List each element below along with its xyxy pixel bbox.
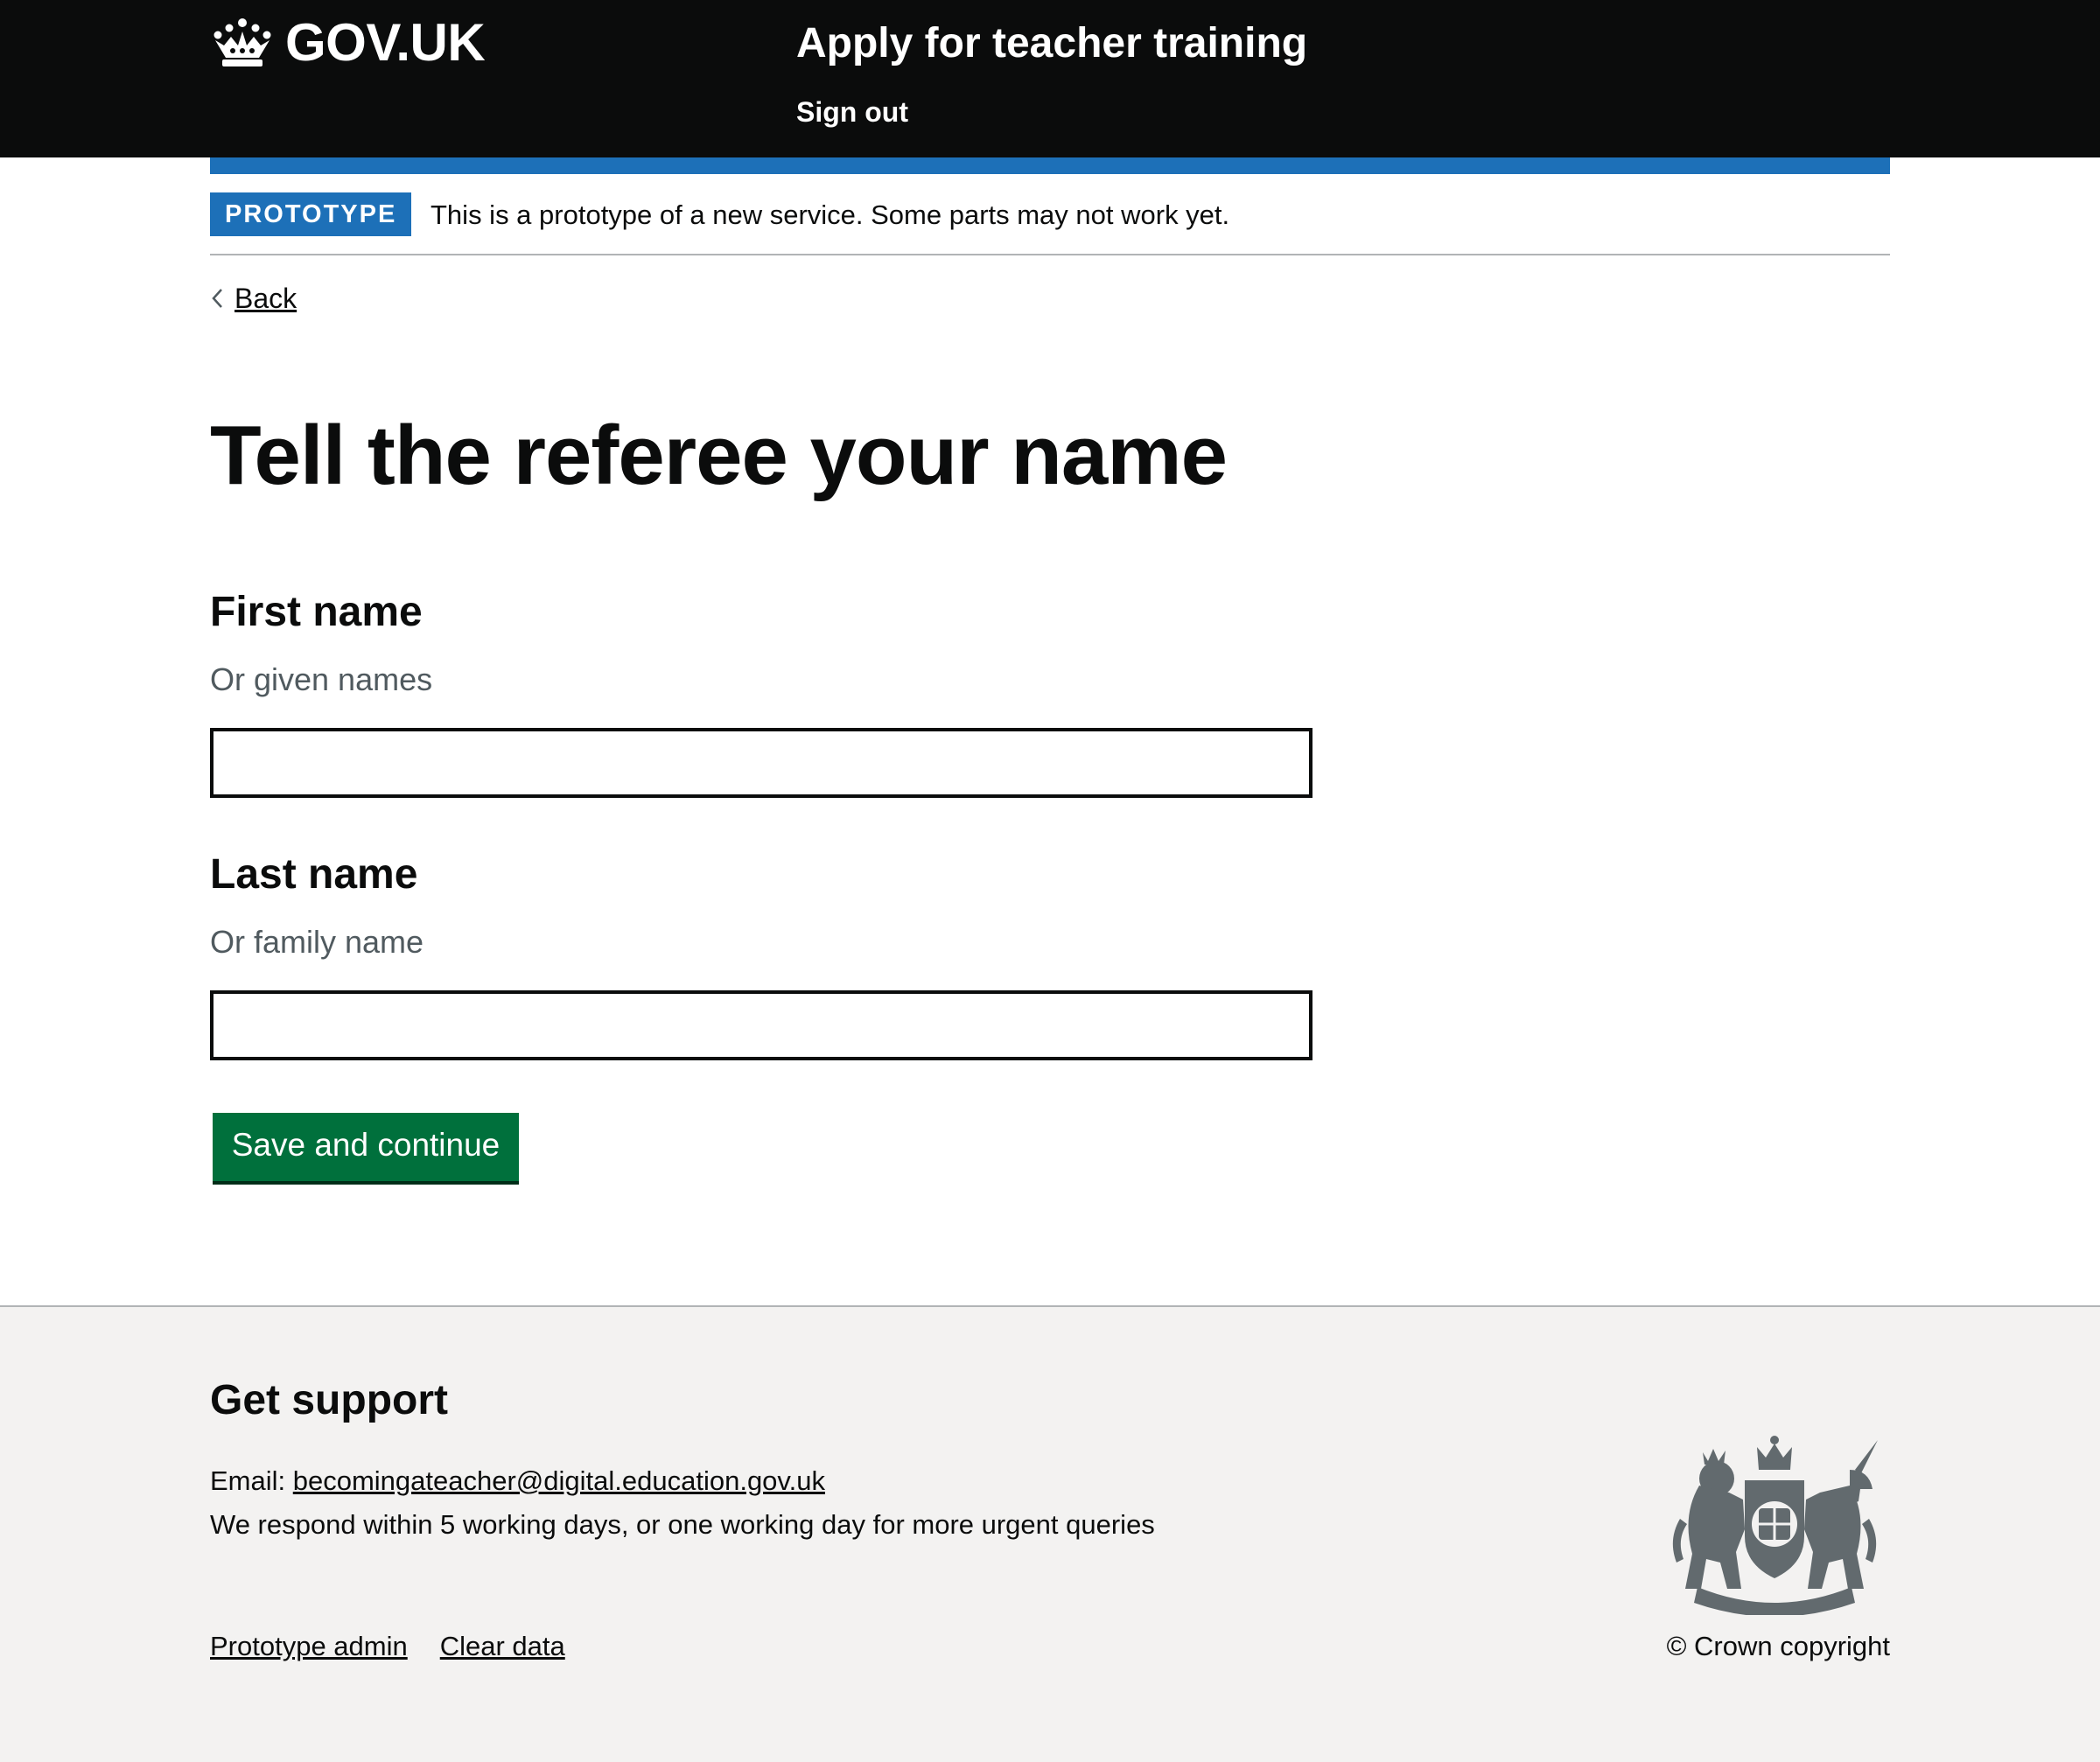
support-email-line: Email: becomingateacher@digital.educatio… [210, 1464, 825, 1499]
crown-icon [214, 18, 271, 66]
last-name-input[interactable] [210, 990, 1312, 1060]
email-prefix: Email: [210, 1465, 293, 1496]
support-email-link[interactable]: becomingateacher@digital.education.gov.u… [293, 1465, 825, 1496]
royal-coat-of-arms-icon [1672, 1436, 1878, 1615]
site-header: GOV.UK Apply for teacher training Sign o… [0, 0, 2100, 157]
last-name-hint: Or family name [210, 924, 424, 960]
header-accent-bar [210, 157, 1890, 174]
prototype-admin-link[interactable]: Prototype admin [210, 1629, 408, 1664]
support-title: Get support [210, 1377, 448, 1423]
phase-banner: PROTOTYPE This is a prototype of a new s… [210, 192, 1890, 255]
govuk-logo-link[interactable]: GOV.UK [210, 13, 486, 72]
last-name-label: Last name [210, 851, 418, 898]
phase-banner-text: This is a prototype of a new service. So… [430, 199, 1230, 230]
first-name-input[interactable] [210, 728, 1312, 798]
back-link[interactable]: Back [210, 281, 297, 316]
logo-text: GOV.UK [285, 13, 486, 72]
first-name-label: First name [210, 589, 423, 635]
footer-divider [0, 1305, 2100, 1307]
chevron-left-icon [212, 289, 222, 308]
footer-links: Prototype admin Clear data [210, 1629, 598, 1664]
page-title: Tell the referee your name [210, 409, 1228, 502]
service-name-link[interactable]: Apply for teacher training [796, 17, 1307, 70]
save-and-continue-button[interactable]: Save and continue [213, 1113, 519, 1181]
phase-tag: PROTOTYPE [210, 192, 412, 236]
crown-copyright-link[interactable]: © Crown copyright [1667, 1629, 1890, 1664]
sign-out-link[interactable]: Sign out [796, 94, 908, 129]
first-name-hint: Or given names [210, 661, 433, 697]
clear-data-link[interactable]: Clear data [440, 1629, 565, 1664]
response-time-text: We respond within 5 working days, or one… [210, 1509, 1155, 1540]
back-link-label: Back [234, 283, 298, 314]
